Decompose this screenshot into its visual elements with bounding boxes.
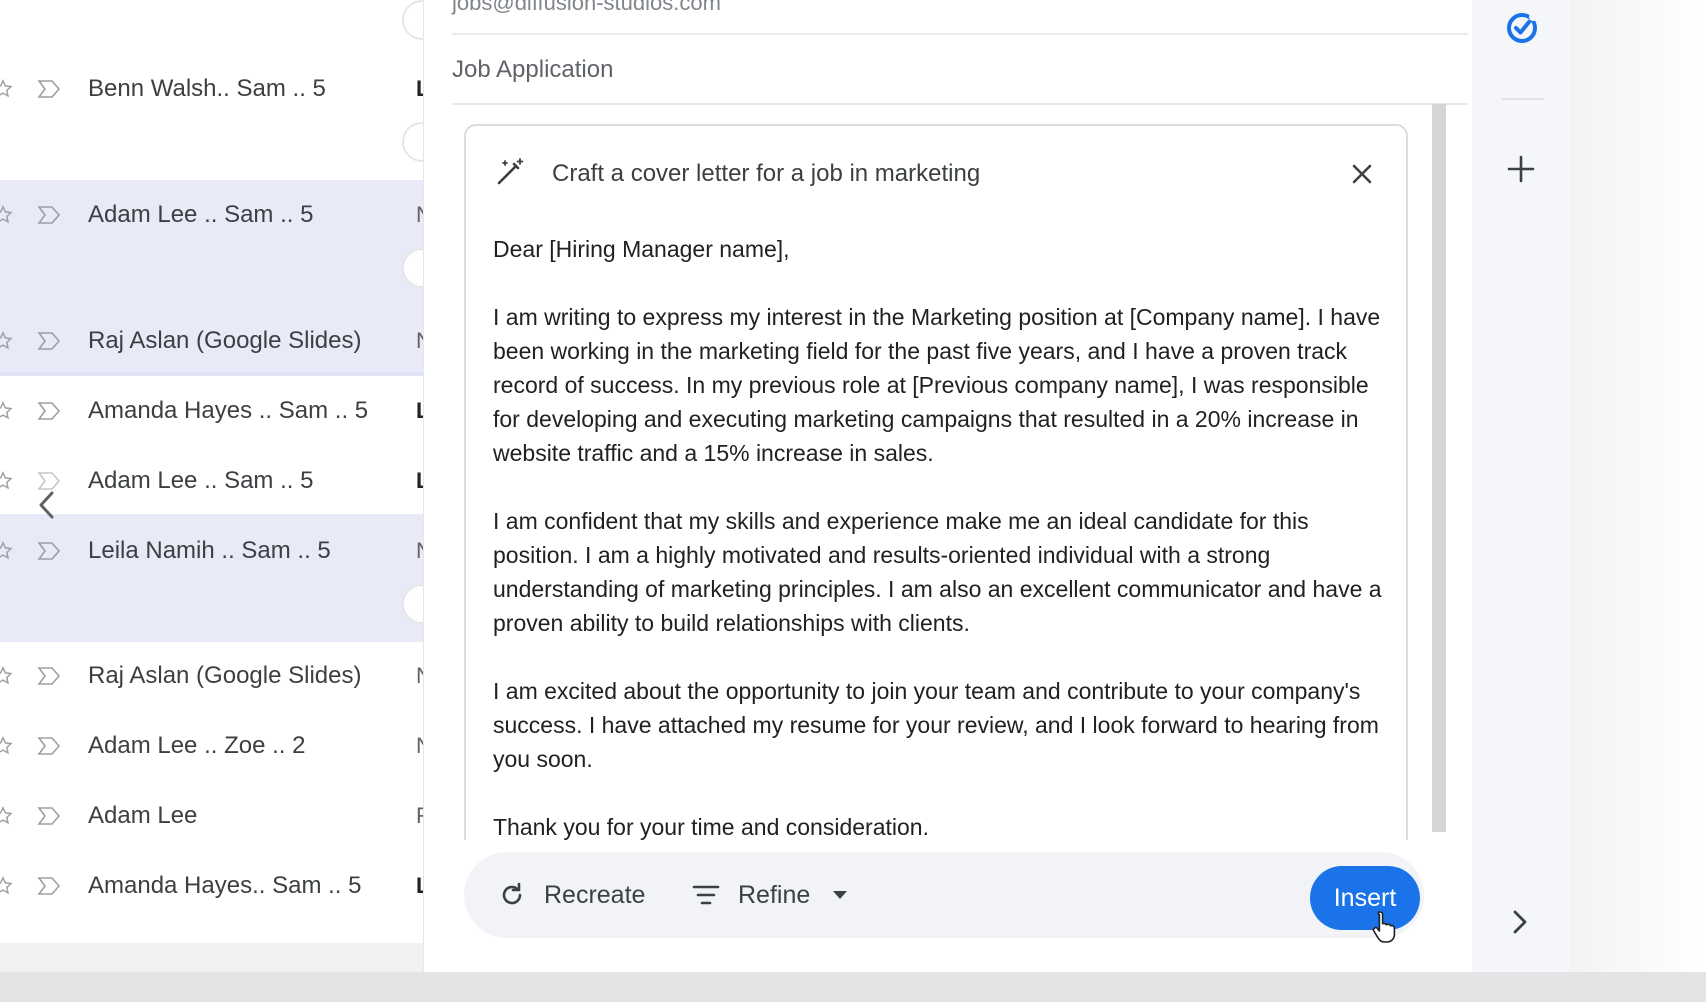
divider [452, 33, 1468, 35]
window-background [1570, 0, 1706, 972]
email-row[interactable]: Raj Aslan (Google Slides) N [0, 318, 432, 364]
inbox-list: Benn Walsh.. Sam .. 5 L Adam Lee .. Sam … [0, 0, 442, 943]
magic-wand-icon [497, 158, 524, 185]
recreate-label: Recreate [544, 880, 646, 909]
selected-band-divider [0, 372, 424, 376]
star-icon[interactable] [0, 470, 14, 492]
generated-letter: Dear [Hiring Manager name], I am writing… [493, 232, 1393, 840]
sender-name: Amanda Hayes .. Sam .. 5 [88, 397, 369, 424]
side-panel [1472, 0, 1570, 972]
star-icon[interactable] [0, 665, 14, 687]
sender-name: Raj Aslan (Google Slides) [88, 662, 362, 689]
importance-marker-icon[interactable] [36, 330, 62, 352]
email-row[interactable]: Adam Lee .. Sam .. 5 L [0, 458, 429, 504]
caret-down-icon[interactable] [832, 890, 848, 900]
refresh-icon [502, 882, 522, 905]
sender-name: Adam Lee [88, 802, 198, 829]
importance-marker-icon[interactable] [36, 540, 62, 562]
star-icon[interactable] [0, 875, 14, 897]
hand-cursor-icon [1372, 911, 1396, 943]
add-icon[interactable] [1506, 154, 1536, 184]
chevron-right-icon[interactable] [1508, 906, 1532, 938]
importance-marker-icon[interactable] [36, 400, 62, 422]
importance-marker-icon[interactable] [36, 805, 62, 827]
sender-name: Adam Lee .. Sam .. 5 [88, 201, 314, 228]
email-row[interactable]: Leila Namih .. Sam .. 5 N [0, 528, 432, 574]
compose-window: jobs@diffusion-studios.com Job Applicati… [424, 0, 1472, 972]
sender-name: Benn Walsh.. Sam .. 5 [88, 75, 326, 102]
sender-name: Adam Lee .. Sam .. 5 [88, 467, 314, 494]
divider [452, 103, 1468, 105]
letter-paragraph: I am excited about the opportunity to jo… [493, 678, 1379, 772]
divider [1502, 98, 1544, 100]
email-row[interactable]: Adam Lee .. Zoe .. 2 N [0, 723, 432, 769]
letter-paragraph: I am confident that my skills and experi… [493, 508, 1382, 636]
importance-marker-icon[interactable] [36, 665, 62, 687]
importance-marker-icon[interactable] [36, 78, 62, 100]
importance-marker-icon[interactable] [36, 875, 62, 897]
insert-button[interactable]: Insert [1310, 866, 1420, 930]
star-icon[interactable] [0, 400, 14, 422]
email-row[interactable]: Adam Lee .. Sam .. 5 N [0, 192, 432, 238]
refine-label: Refine [738, 880, 811, 909]
email-row[interactable]: Amanda Hayes .. Sam .. 5 L [0, 388, 429, 434]
sender-name: Adam Lee .. Zoe .. 2 [88, 732, 306, 759]
importance-marker-icon[interactable] [36, 204, 62, 226]
email-row[interactable]: Adam Lee F [0, 793, 429, 839]
importance-marker-icon[interactable] [36, 735, 62, 757]
letter-closing: Thank you for your time and consideratio… [493, 814, 929, 840]
help-me-write-card: Craft a cover letter for a job in market… [464, 124, 1408, 840]
email-row[interactable]: Benn Walsh.. Sam .. 5 L [0, 66, 429, 112]
refine-button[interactable]: Refine [692, 872, 848, 918]
help-me-write-actions: Recreate Refine Insert [464, 852, 1424, 938]
sender-name: Raj Aslan (Google Slides) [88, 327, 362, 354]
star-icon[interactable] [0, 330, 14, 352]
email-row[interactable]: Raj Aslan (Google Slides) N [0, 653, 432, 699]
prompt-text: Craft a cover letter for a job in market… [552, 160, 981, 187]
recipient-field[interactable]: jobs@diffusion-studios.com [452, 0, 721, 16]
body-scrollbar[interactable] [1432, 104, 1446, 832]
recreate-button[interactable]: Recreate [498, 872, 645, 918]
subject-field[interactable]: Job Application [452, 56, 613, 84]
filter-icon [692, 885, 720, 905]
star-icon[interactable] [0, 735, 14, 757]
tasks-icon[interactable] [1504, 10, 1540, 46]
sender-name: Amanda Hayes.. Sam .. 5 [88, 872, 362, 899]
letter-salutation: Dear [Hiring Manager name], [493, 236, 790, 262]
chevron-left-icon[interactable] [32, 488, 62, 522]
letter-paragraph: I am writing to express my interest in t… [493, 304, 1381, 466]
sender-name: Leila Namih .. Sam .. 5 [88, 537, 331, 564]
star-icon[interactable] [0, 204, 14, 226]
star-icon[interactable] [0, 805, 14, 827]
close-icon[interactable] [1350, 162, 1374, 186]
star-icon[interactable] [0, 78, 14, 100]
email-row[interactable]: Amanda Hayes.. Sam .. 5 L [0, 863, 429, 909]
window-bottom-edge [0, 972, 1706, 1002]
star-icon[interactable] [0, 540, 14, 562]
